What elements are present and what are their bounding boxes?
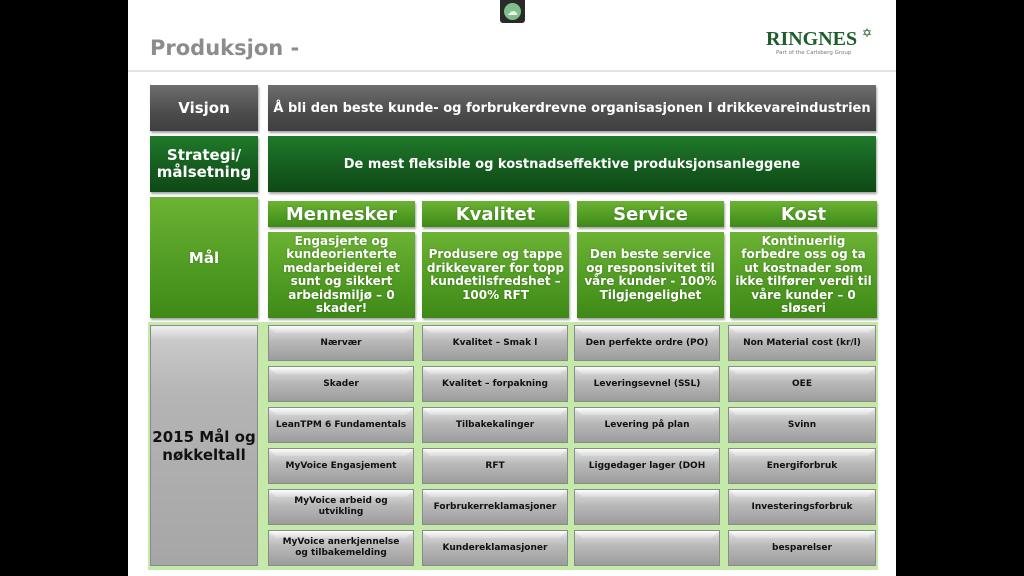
- kpi-cell-kvalitet: Tilbakekalinger: [422, 407, 568, 443]
- kpi-cell-text: Levering på plan: [604, 419, 690, 430]
- kpi-cell-kvalitet: Kundereklamasjoner: [422, 530, 568, 566]
- kpi-cell-mennesker: MyVoice Engasjement: [268, 448, 414, 484]
- kpi-cell-kost: Energiforbruk: [728, 448, 876, 484]
- maal-header-mennesker: Mennesker: [268, 201, 415, 227]
- kpi-cell-kost: besparelser: [728, 530, 876, 566]
- kpi-cell-kost: OEE: [728, 366, 876, 402]
- kpi-cell-kvalitet: RFT: [422, 448, 568, 484]
- kpi-cell-text: Den perfekte ordre (PO): [585, 337, 709, 348]
- visjon-label: Visjon: [150, 85, 258, 131]
- maal-text-kost: Kontinuerlig forbedre oss og ta ut kostn…: [730, 232, 877, 318]
- strategi-label: Strategi/ målsetning: [150, 136, 258, 192]
- strategi-text: De mest fleksible og kostnadseffektive p…: [268, 136, 876, 192]
- kpi-cell-text: Tilbakekalinger: [455, 419, 535, 430]
- kpi-cell-text: Kvalitet – forpakning: [442, 378, 548, 389]
- kpi-cell-kost: Investeringsforbruk: [728, 489, 876, 525]
- kpi-cell-text: besparelser: [772, 542, 832, 553]
- logo-tagline: Part of the Carlsberg Group: [776, 50, 852, 56]
- kpi-cell-kvalitet: Kvalitet – Smak l: [422, 325, 568, 361]
- kpi-cell-text: Svinn: [787, 419, 817, 430]
- kpi-cell-text: Skader: [323, 378, 359, 389]
- kpi-cell-text: Forbrukerreklamasjoner: [433, 501, 557, 512]
- kpi-cell-service: [574, 489, 720, 525]
- kpi-cell-service: Levering på plan: [574, 407, 720, 443]
- kpi-cell-text: LeanTPM 6 Fundamentals: [275, 419, 407, 430]
- kpi-cell-kvalitet: Kvalitet – forpakning: [422, 366, 568, 402]
- slide-title: Produksjon -: [150, 36, 300, 60]
- kpi-cell-mennesker: Nærvær: [268, 325, 414, 361]
- maal-label: Mål: [150, 197, 258, 318]
- kpi-cell-text: Kvalitet – Smak l: [452, 337, 538, 348]
- kpi-cell-text: Investeringsforbruk: [751, 501, 853, 512]
- kpi-cell-text: Non Material cost (kr/l): [743, 337, 861, 348]
- maal-text-kvalitet: Produsere og tappe drikkevarer for topp …: [422, 232, 569, 318]
- kpi-label: 2015 Mål og nøkkeltall: [150, 325, 258, 566]
- kpi-cell-kvalitet: Forbrukerreklamasjoner: [422, 489, 568, 525]
- maal-header-kvalitet: Kvalitet: [422, 201, 569, 227]
- maal-header-kost: Kost: [730, 201, 877, 227]
- kpi-cell-service: [574, 530, 720, 566]
- maal-text-service: Den beste service og responsivitet til v…: [577, 232, 724, 318]
- kpi-cell-mennesker: Skader: [268, 366, 414, 402]
- kpi-cell-kost: Svinn: [728, 407, 876, 443]
- maal-text-mennesker: Engasjerte og kundeorienterte medarbeide…: [268, 232, 415, 318]
- kpi-label-text: 2015 Mål og nøkkeltall: [152, 427, 256, 464]
- kpi-cell-text: MyVoice Engasjement: [285, 460, 397, 471]
- kpi-cell-service: Liggedager lager (DOH: [574, 448, 720, 484]
- logo-brand: RINGNES: [766, 28, 858, 50]
- title-divider: [128, 70, 896, 72]
- slide-toolbar-button[interactable]: ☁: [500, 0, 525, 23]
- kpi-cell-kost: Non Material cost (kr/l): [728, 325, 876, 361]
- kpi-cell-text: Liggedager lager (DOH: [588, 460, 706, 471]
- kpi-cell-text: OEE: [792, 378, 812, 389]
- kpi-cell-text: MyVoice anerkjennelse og tilbakemelding: [282, 537, 400, 558]
- kpi-cell-mennesker: MyVoice anerkjennelse og tilbakemelding: [268, 530, 414, 566]
- kpi-cell-text: Nærvær: [320, 337, 362, 348]
- star-icon: ✡: [862, 26, 873, 40]
- cloud-icon: ☁: [504, 3, 521, 20]
- kpi-cell-text: Kundereklamasjoner: [442, 542, 548, 553]
- visjon-text: Å bli den beste kunde- og forbrukerdrevn…: [268, 85, 876, 131]
- ringnes-logo: RINGNES ✡ Part of the Carlsberg Group: [766, 26, 876, 56]
- kpi-cell-mennesker: LeanTPM 6 Fundamentals: [268, 407, 414, 443]
- kpi-cell-mennesker: MyVoice arbeid og utvikling: [268, 489, 414, 525]
- kpi-cell-service: Leveringsevnel (SSL): [574, 366, 720, 402]
- kpi-cell-text: MyVoice arbeid og utvikling: [294, 496, 388, 517]
- kpi-cell-service: Den perfekte ordre (PO): [574, 325, 720, 361]
- kpi-cell-text: Energiforbruk: [766, 460, 838, 471]
- kpi-cell-text: RFT: [485, 460, 505, 471]
- kpi-cell-text: Leveringsevnel (SSL): [593, 378, 701, 389]
- maal-header-service: Service: [577, 201, 724, 227]
